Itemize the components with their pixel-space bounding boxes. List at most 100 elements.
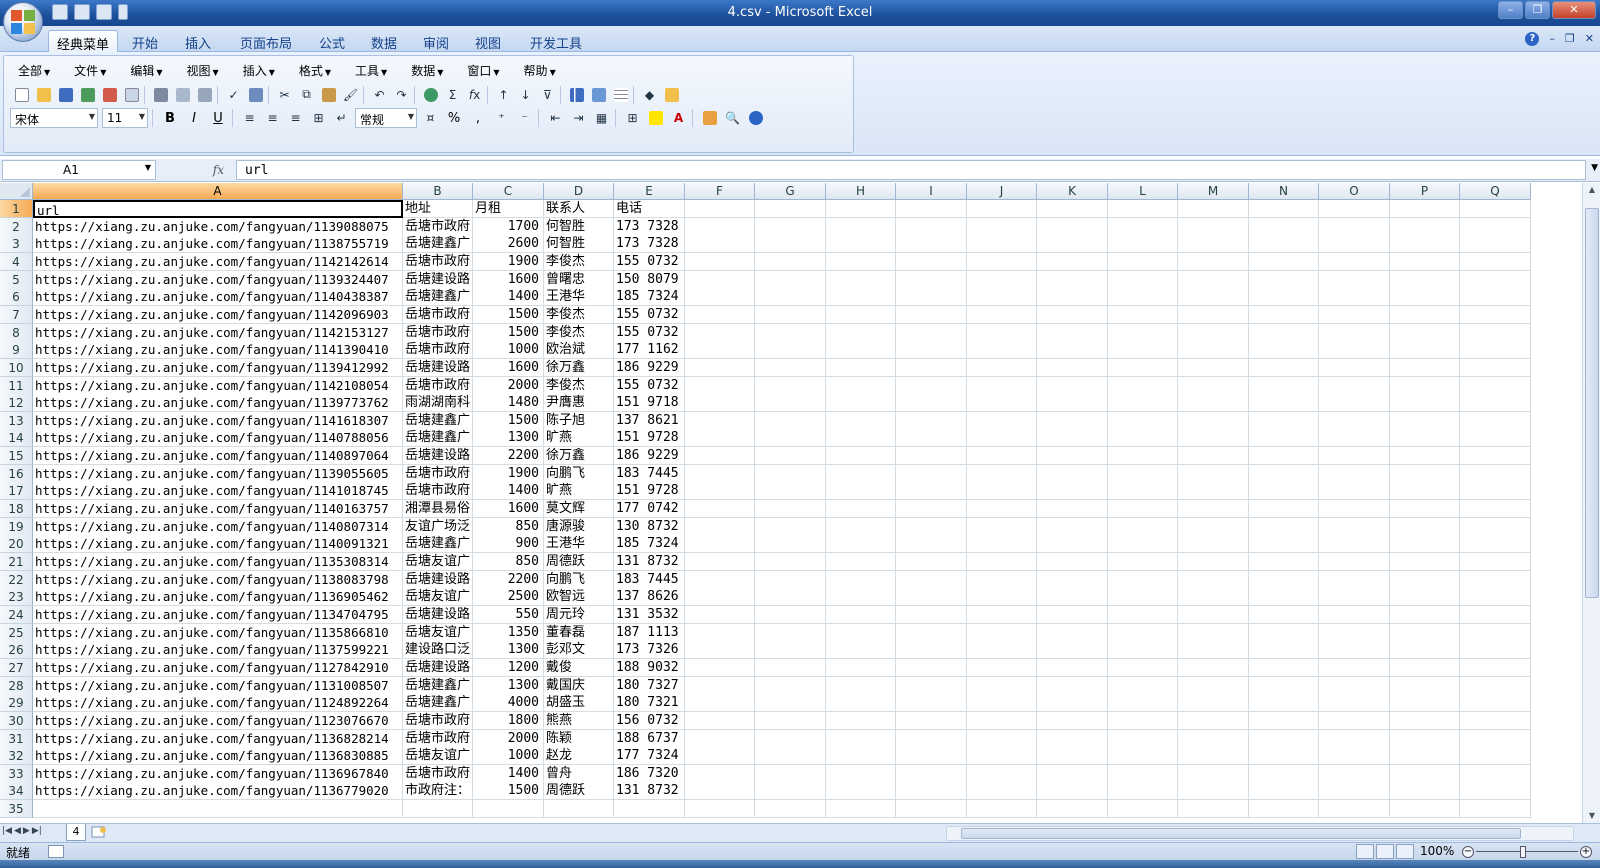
empty-cell[interactable] bbox=[685, 447, 755, 466]
empty-cell[interactable] bbox=[896, 800, 967, 819]
empty-cell[interactable] bbox=[1390, 323, 1460, 342]
empty-cell[interactable] bbox=[685, 358, 755, 377]
phone-cell[interactable]: 177 1162 1959 bbox=[614, 341, 685, 360]
empty-cell[interactable] bbox=[685, 729, 755, 748]
rent-cell[interactable]: 1300 bbox=[473, 676, 544, 695]
empty-cell[interactable] bbox=[755, 605, 826, 624]
contact-cell[interactable]: 李俊杰 bbox=[544, 323, 614, 342]
menu-help[interactable]: 帮助 ▼ bbox=[516, 61, 564, 80]
empty-cell[interactable] bbox=[1249, 429, 1319, 448]
empty-cell[interactable] bbox=[1037, 270, 1108, 289]
row-header[interactable]: 8 bbox=[0, 323, 33, 342]
empty-cell[interactable] bbox=[1108, 711, 1178, 730]
tab-view[interactable]: 视图 bbox=[467, 30, 509, 52]
empty-cell[interactable] bbox=[1178, 676, 1249, 695]
empty-cell[interactable] bbox=[1037, 570, 1108, 589]
empty-cell[interactable] bbox=[967, 623, 1037, 642]
menu-data[interactable]: 数据 ▼ bbox=[403, 61, 451, 80]
empty-cell[interactable] bbox=[1249, 570, 1319, 589]
empty-cell[interactable] bbox=[826, 711, 896, 730]
empty-cell[interactable] bbox=[1178, 605, 1249, 624]
ribbon-close-icon[interactable]: ✕ bbox=[1585, 32, 1594, 46]
address-cell[interactable]: 岳塘市政府 bbox=[403, 323, 473, 342]
rent-cell[interactable]: 1600 bbox=[473, 500, 544, 519]
row-header[interactable]: 28 bbox=[0, 676, 33, 695]
empty-cell[interactable] bbox=[685, 323, 755, 342]
minimize-button[interactable]: – bbox=[1498, 1, 1523, 19]
tab-data[interactable]: 数据 bbox=[363, 30, 405, 52]
empty-cell[interactable] bbox=[1249, 323, 1319, 342]
empty-cell[interactable] bbox=[1037, 764, 1108, 783]
column-header-g[interactable]: G bbox=[755, 183, 826, 200]
column-header-q[interactable]: Q bbox=[1460, 183, 1531, 200]
phone-cell[interactable]: 155 0732 0024 bbox=[614, 305, 685, 324]
empty-cell[interactable] bbox=[685, 676, 755, 695]
rent-cell[interactable]: 1400 bbox=[473, 482, 544, 501]
empty-cell[interactable] bbox=[685, 217, 755, 236]
phone-cell[interactable]: 188 6737 9262 bbox=[614, 729, 685, 748]
empty-cell[interactable] bbox=[826, 252, 896, 271]
empty-cell[interactable] bbox=[826, 764, 896, 783]
scroll-down-icon[interactable]: ▼ bbox=[1585, 809, 1599, 823]
column-header-j[interactable]: J bbox=[967, 183, 1037, 200]
empty-cell[interactable] bbox=[1460, 447, 1531, 466]
tab-home[interactable]: 开始 bbox=[124, 30, 166, 52]
empty-cell[interactable] bbox=[967, 305, 1037, 324]
empty-cell[interactable] bbox=[1319, 641, 1390, 660]
chart-icon[interactable] bbox=[567, 85, 586, 104]
autosum-icon[interactable]: Σ bbox=[443, 85, 462, 104]
empty-cell[interactable] bbox=[685, 411, 755, 430]
empty-cell[interactable] bbox=[1178, 588, 1249, 607]
row-header[interactable]: 9 bbox=[0, 341, 33, 360]
address-cell[interactable]: 岳塘建鑫广 bbox=[403, 694, 473, 713]
contact-cell[interactable]: 周德跃 bbox=[544, 782, 614, 801]
menu-insert[interactable]: 插入 ▼ bbox=[235, 61, 283, 80]
undo-icon[interactable] bbox=[74, 4, 90, 20]
tab-developer[interactable]: 开发工具 bbox=[522, 30, 590, 52]
menu-view[interactable]: 视图 ▼ bbox=[179, 61, 227, 80]
empty-cell[interactable] bbox=[1037, 200, 1108, 218]
phone-cell[interactable]: 185 7324 5596 bbox=[614, 535, 685, 554]
rent-cell[interactable]: 1700 bbox=[473, 217, 544, 236]
empty-cell[interactable] bbox=[826, 235, 896, 254]
url-cell[interactable]: https://xiang.zu.anjuke.com/fangyuan/113… bbox=[33, 588, 403, 607]
empty-cell[interactable] bbox=[1037, 553, 1108, 571]
url-cell[interactable]: https://xiang.zu.anjuke.com/fangyuan/114… bbox=[33, 288, 403, 307]
url-cell[interactable]: https://xiang.zu.anjuke.com/fangyuan/113… bbox=[33, 641, 403, 660]
empty-cell[interactable] bbox=[896, 323, 967, 342]
empty-cell[interactable] bbox=[1460, 464, 1531, 483]
contact-cell[interactable]: 徐万鑫 bbox=[544, 447, 614, 466]
empty-cell[interactable] bbox=[1249, 553, 1319, 571]
empty-cell[interactable] bbox=[1390, 641, 1460, 660]
phone-cell[interactable]: 180 7321 1101 bbox=[614, 694, 685, 713]
empty-cell[interactable] bbox=[755, 270, 826, 289]
empty-cell[interactable] bbox=[1108, 376, 1178, 395]
contact-cell[interactable]: 熊燕 bbox=[544, 711, 614, 730]
empty-cell[interactable] bbox=[1319, 588, 1390, 607]
rent-cell[interactable]: 1480 bbox=[473, 394, 544, 413]
url-cell[interactable]: https://xiang.zu.anjuke.com/fangyuan/112… bbox=[33, 711, 403, 730]
address-cell[interactable]: 岳塘建鑫广 bbox=[403, 235, 473, 254]
tab-page-layout[interactable]: 页面布局 bbox=[232, 30, 300, 52]
empty-cell[interactable] bbox=[1037, 800, 1108, 819]
align-right-icon[interactable]: ≡ bbox=[286, 109, 305, 128]
column-header-p[interactable]: P bbox=[1390, 183, 1460, 200]
url-cell[interactable]: https://xiang.zu.anjuke.com/fangyuan/113… bbox=[33, 235, 403, 254]
empty-cell[interactable] bbox=[1460, 676, 1531, 695]
empty-cell[interactable] bbox=[1249, 394, 1319, 413]
percent-button[interactable]: % bbox=[444, 108, 464, 128]
empty-cell[interactable] bbox=[1249, 376, 1319, 395]
empty-cell[interactable] bbox=[685, 394, 755, 413]
empty-cell[interactable] bbox=[967, 235, 1037, 254]
row-header[interactable]: 18 bbox=[0, 500, 33, 519]
url-cell[interactable]: https://xiang.zu.anjuke.com/fangyuan/114… bbox=[33, 482, 403, 501]
empty-cell[interactable] bbox=[896, 747, 967, 766]
empty-cell[interactable] bbox=[1108, 305, 1178, 324]
rent-cell[interactable]: 2500 bbox=[473, 588, 544, 607]
empty-cell[interactable] bbox=[1460, 376, 1531, 395]
empty-cell[interactable] bbox=[1037, 623, 1108, 642]
url-cell[interactable]: https://xiang.zu.anjuke.com/fangyuan/114… bbox=[33, 376, 403, 395]
address-cell[interactable]: 岳塘市政府 bbox=[403, 711, 473, 730]
empty-cell[interactable] bbox=[685, 305, 755, 324]
url-cell[interactable]: https://xiang.zu.anjuke.com/fangyuan/114… bbox=[33, 305, 403, 324]
